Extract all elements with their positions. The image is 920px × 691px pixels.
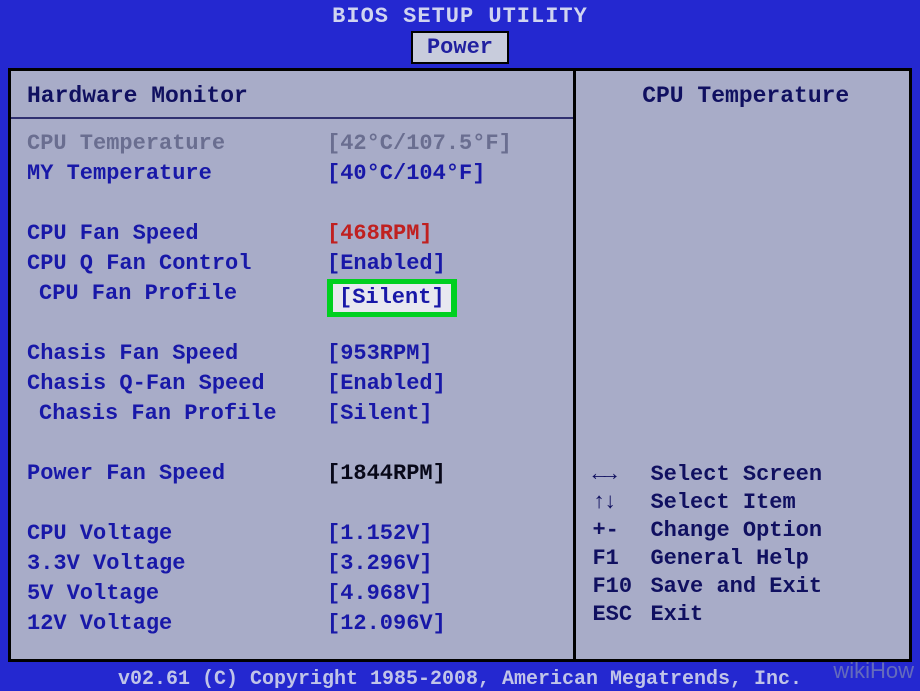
row-cpu-fan-speed[interactable]: CPU Fan Speed [468RPM] — [27, 219, 563, 249]
row-5v-voltage[interactable]: 5V Voltage [4.968V] — [27, 579, 563, 609]
label-cpu-q-fan-control: CPU Q Fan Control — [27, 249, 327, 279]
key-up-down-icon: ↑↓ — [592, 489, 650, 517]
help-change-option: +- Change Option — [592, 517, 899, 545]
label-my-temperature: MY Temperature — [27, 159, 327, 189]
label-chasis-q-fan-speed: Chasis Q-Fan Speed — [27, 369, 327, 399]
footer-copyright: v02.61 (C) Copyright 1985-2008, American… — [0, 662, 920, 691]
row-cpu-temperature[interactable]: CPU Temperature [42°C/107.5°F] — [27, 129, 563, 159]
watermark: wikiHow — [833, 658, 914, 684]
key-f1: F1 — [592, 545, 650, 573]
label-chasis-fan-speed: Chasis Fan Speed — [27, 339, 327, 369]
row-cpu-fan-profile[interactable]: CPU Fan Profile [Silent] — [27, 279, 563, 309]
value-5v-voltage: [4.968V] — [327, 579, 563, 609]
row-chasis-fan-speed[interactable]: Chasis Fan Speed [953RPM] — [27, 339, 563, 369]
label-cpu-fan-speed: CPU Fan Speed — [27, 219, 327, 249]
row-chasis-fan-profile[interactable]: Chasis Fan Profile [Silent] — [27, 399, 563, 429]
label-3v3-voltage: 3.3V Voltage — [27, 549, 327, 579]
row-power-fan-speed[interactable]: Power Fan Speed [1844RPM] — [27, 459, 563, 489]
tab-row: Power — [0, 31, 920, 64]
label-power-fan-speed: Power Fan Speed — [27, 459, 327, 489]
help-select-screen: ←→ Select Screen — [592, 461, 899, 489]
help-exit: ESC Exit — [592, 601, 899, 629]
tab-power[interactable]: Power — [411, 31, 509, 64]
help-save-exit: F10 Save and Exit — [592, 573, 899, 601]
key-esc: ESC — [592, 601, 650, 629]
label-cpu-fan-profile: CPU Fan Profile — [27, 279, 327, 309]
row-cpu-q-fan-control[interactable]: CPU Q Fan Control [Enabled] — [27, 249, 563, 279]
left-panel: Hardware Monitor CPU Temperature [42°C/1… — [11, 71, 576, 659]
value-cpu-q-fan-control: [Enabled] — [327, 249, 563, 279]
help-context-title: CPU Temperature — [592, 83, 899, 109]
value-chasis-fan-speed: [953RPM] — [327, 339, 563, 369]
row-12v-voltage[interactable]: 12V Voltage [12.096V] — [27, 609, 563, 639]
help-general-help: F1 General Help — [592, 545, 899, 573]
key-plus-minus-icon: +- — [592, 517, 650, 545]
label-12v-voltage: 12V Voltage — [27, 609, 327, 639]
row-cpu-voltage[interactable]: CPU Voltage [1.152V] — [27, 519, 563, 549]
panel-title-hardware-monitor: Hardware Monitor — [27, 83, 563, 109]
bios-title: BIOS SETUP UTILITY — [0, 0, 920, 31]
help-general-help-label: General Help — [650, 545, 808, 573]
main-content: Hardware Monitor CPU Temperature [42°C/1… — [8, 68, 912, 662]
value-12v-voltage: [12.096V] — [327, 609, 563, 639]
label-5v-voltage: 5V Voltage — [27, 579, 327, 609]
divider — [11, 117, 573, 119]
help-select-item: ↑↓ Select Item — [592, 489, 899, 517]
value-cpu-fan-profile-wrap: [Silent] — [327, 279, 563, 309]
key-left-right-icon: ←→ — [592, 461, 650, 489]
row-chasis-q-fan-speed[interactable]: Chasis Q-Fan Speed [Enabled] — [27, 369, 563, 399]
help-select-item-label: Select Item — [650, 489, 795, 517]
value-cpu-temperature: [42°C/107.5°F] — [327, 129, 563, 159]
label-cpu-voltage: CPU Voltage — [27, 519, 327, 549]
value-my-temperature: [40°C/104°F] — [327, 159, 563, 189]
value-cpu-voltage: [1.152V] — [327, 519, 563, 549]
help-exit-label: Exit — [650, 601, 703, 629]
value-power-fan-speed: [1844RPM] — [327, 459, 563, 489]
help-select-screen-label: Select Screen — [650, 461, 822, 489]
value-cpu-fan-profile[interactable]: [Silent] — [333, 284, 451, 312]
value-3v3-voltage: [3.296V] — [327, 549, 563, 579]
right-panel: CPU Temperature ←→ Select Screen ↑↓ Sele… — [576, 71, 909, 659]
help-save-exit-label: Save and Exit — [650, 573, 822, 601]
value-chasis-q-fan-speed: [Enabled] — [327, 369, 563, 399]
label-chasis-fan-profile: Chasis Fan Profile — [27, 399, 327, 429]
value-cpu-fan-speed: [468RPM] — [327, 219, 563, 249]
row-my-temperature[interactable]: MY Temperature [40°C/104°F] — [27, 159, 563, 189]
value-chasis-fan-profile: [Silent] — [327, 399, 563, 429]
highlight-selected: [Silent] — [327, 279, 457, 317]
label-cpu-temperature: CPU Temperature — [27, 129, 327, 159]
help-change-option-label: Change Option — [650, 517, 822, 545]
row-3v3-voltage[interactable]: 3.3V Voltage [3.296V] — [27, 549, 563, 579]
key-f10: F10 — [592, 573, 650, 601]
help-key-list: ←→ Select Screen ↑↓ Select Item +- Chang… — [592, 461, 899, 649]
